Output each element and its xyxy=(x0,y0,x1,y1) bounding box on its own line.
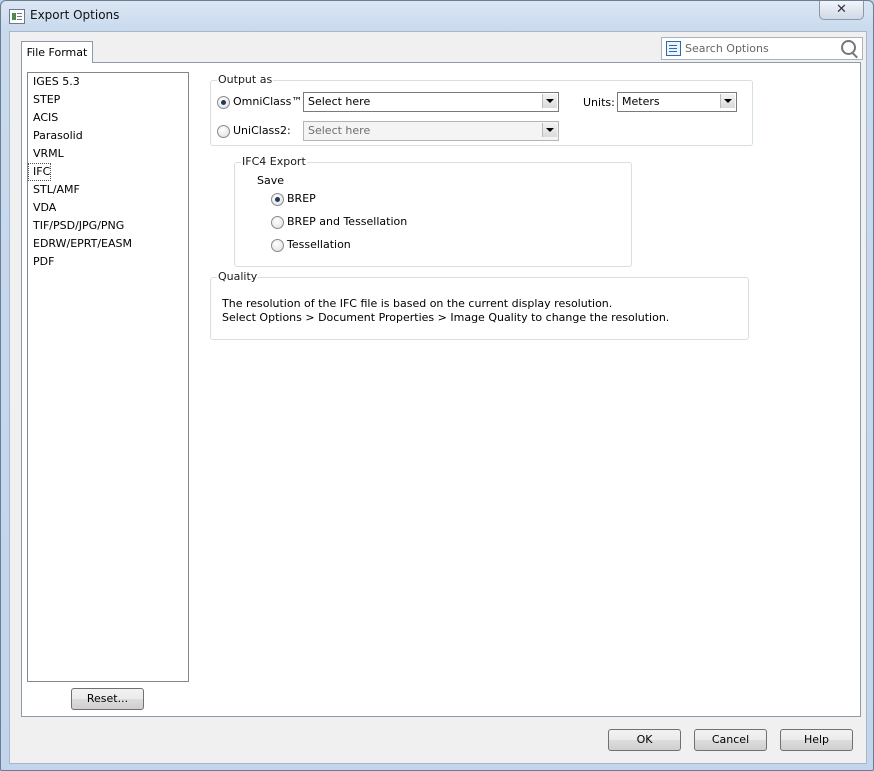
chevron-down-icon[interactable] xyxy=(720,94,735,108)
title-bar[interactable]: Export Options ✕ xyxy=(1,1,873,31)
format-item-edrw[interactable]: EDRW/EPRT/EASM xyxy=(28,235,188,253)
brep-label: BREP xyxy=(287,192,316,205)
format-item-pdf[interactable]: PDF xyxy=(28,253,188,271)
quality-legend: Quality xyxy=(217,270,259,283)
omniclass-radio[interactable] xyxy=(217,96,230,109)
quality-text-line2: Select Options > Document Properties > I… xyxy=(222,311,670,324)
output-as-group: Output as OmniClass™: Select here UniCla… xyxy=(210,73,753,146)
format-item-acis[interactable]: ACIS xyxy=(28,109,188,127)
chevron-down-icon[interactable] xyxy=(542,123,557,137)
brep-radio[interactable] xyxy=(271,193,284,206)
save-label: Save xyxy=(257,174,285,187)
ifc4-export-legend: IFC4 Export xyxy=(241,155,307,168)
dialog-client-area: File Format Search Options IGES 5.3 STEP… xyxy=(9,31,867,764)
brep-tessellation-radio[interactable] xyxy=(271,216,284,229)
output-as-legend: Output as xyxy=(217,73,274,86)
units-select-value: Meters xyxy=(622,95,660,108)
ok-button[interactable]: OK xyxy=(608,729,681,751)
format-item-vrml[interactable]: VRML xyxy=(28,145,188,163)
brep-tessellation-label: BREP and Tessellation xyxy=(287,215,408,228)
window-title: Export Options xyxy=(30,8,120,22)
format-item-ifc[interactable]: IFC xyxy=(28,163,51,181)
omniclass-label: OmniClass™: xyxy=(233,95,307,108)
format-item-iges[interactable]: IGES 5.3 xyxy=(28,73,188,91)
units-select[interactable]: Meters xyxy=(617,92,737,112)
file-format-panel: IGES 5.3 STEP ACIS Parasolid VRML IFC ST… xyxy=(21,62,861,717)
search-icon[interactable] xyxy=(841,40,856,55)
export-options-dialog: Export Options ✕ File Format Search Opti… xyxy=(0,0,874,771)
search-options-box[interactable]: Search Options xyxy=(661,37,863,60)
close-button[interactable]: ✕ xyxy=(819,1,864,20)
export-options-icon xyxy=(9,9,25,24)
options-list-icon[interactable] xyxy=(666,41,681,56)
help-button[interactable]: Help xyxy=(780,729,853,751)
uniclass-select[interactable]: Select here xyxy=(303,121,559,141)
format-item-vda[interactable]: VDA xyxy=(28,199,188,217)
format-item-step[interactable]: STEP xyxy=(28,91,188,109)
units-label: Units: xyxy=(583,96,615,109)
ifc4-export-group: IFC4 Export Save BREP BREP and Tessellat… xyxy=(234,155,632,267)
uniclass-select-value: Select here xyxy=(308,124,371,137)
omniclass-select[interactable]: Select here xyxy=(303,92,559,112)
tessellation-radio[interactable] xyxy=(271,239,284,252)
file-format-list[interactable]: IGES 5.3 STEP ACIS Parasolid VRML IFC ST… xyxy=(27,72,189,682)
quality-text-line1: The resolution of the IFC file is based … xyxy=(222,297,613,310)
search-input[interactable]: Search Options xyxy=(685,42,769,55)
chevron-down-icon[interactable] xyxy=(542,94,557,108)
format-item-image[interactable]: TIF/PSD/JPG/PNG xyxy=(28,217,188,235)
format-item-stl-amf[interactable]: STL/AMF xyxy=(28,181,188,199)
format-item-parasolid[interactable]: Parasolid xyxy=(28,127,188,145)
uniclass-label: UniClass2: xyxy=(233,124,291,137)
cancel-button[interactable]: Cancel xyxy=(694,729,767,751)
uniclass-radio[interactable] xyxy=(217,125,230,138)
tessellation-label: Tessellation xyxy=(287,238,351,251)
quality-group: Quality The resolution of the IFC file i… xyxy=(210,270,749,340)
reset-button[interactable]: Reset... xyxy=(71,688,144,710)
tab-file-format[interactable]: File Format xyxy=(21,41,93,63)
omniclass-select-value: Select here xyxy=(308,95,371,108)
